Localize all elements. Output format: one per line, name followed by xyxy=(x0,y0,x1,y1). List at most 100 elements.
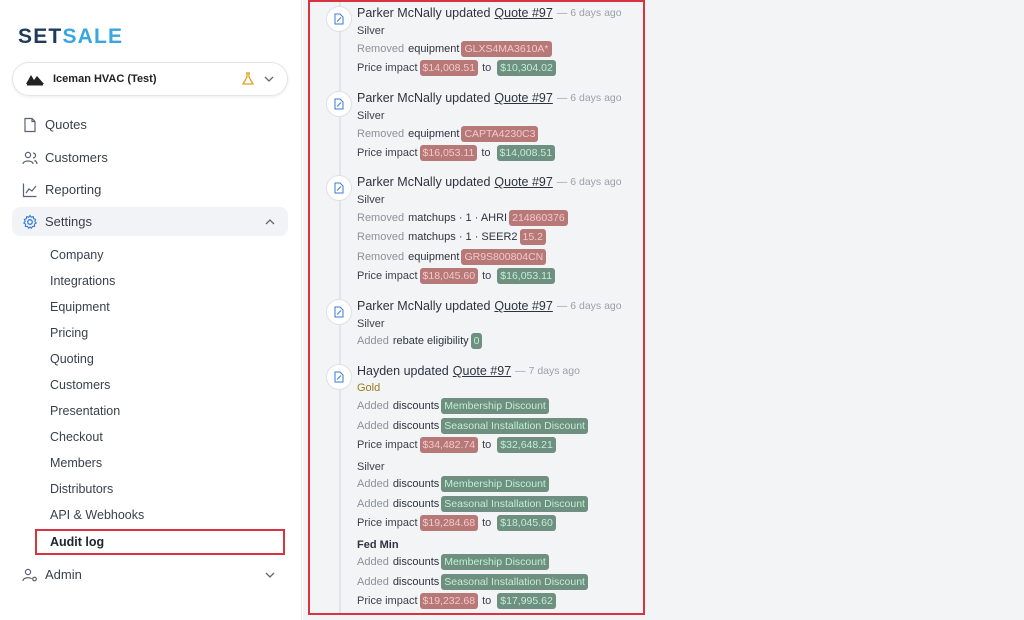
nav-reporting-label: Reporting xyxy=(45,182,102,197)
nav-admin[interactable]: Admin xyxy=(12,560,288,589)
entry-time: — 7 days ago xyxy=(515,365,580,377)
price-from-badge: $16,053.11 xyxy=(419,145,478,161)
sidebar: SETSALE Iceman HVAC (Test) Quotes Custom… xyxy=(0,0,302,620)
nav-quotes-label: Quotes xyxy=(45,117,87,132)
edit-document-icon xyxy=(326,175,352,201)
price-impact-line: Price impact $34,482.74 to $32,648.21 xyxy=(357,437,556,453)
change-action: Removed xyxy=(357,231,405,243)
logo-text-set: SET xyxy=(18,25,63,48)
audit-log-main: Parker McNally updated Quote #97 — 6 days … xyxy=(303,0,1024,620)
document-icon xyxy=(24,117,36,132)
removed-value-badge: GR9S800804CN xyxy=(461,249,547,265)
logo-text-sale: SALE xyxy=(62,25,124,48)
change-action: Removed xyxy=(357,128,405,140)
change-line: Added discounts Seasonal Installation Disc… xyxy=(357,496,588,512)
setsale-logo[interactable]: SETSALE xyxy=(18,25,123,49)
price-to-badge: $14,008.51 xyxy=(496,145,556,161)
added-value-badge: Seasonal Installation Discount xyxy=(441,574,588,590)
entry-title: Hayden updated Quote #97 — 7 days ago xyxy=(357,364,580,378)
price-impact-line: Price impact $19,284.68 to $18,045.60 xyxy=(357,515,556,531)
change-action: Added xyxy=(357,556,389,568)
change-action: Added xyxy=(357,498,389,510)
change-line: Removed equipment CAPTA4230C3 xyxy=(357,126,539,142)
price-from-badge: $19,232.68 xyxy=(419,593,479,609)
gear-icon xyxy=(22,214,38,229)
settings-api-webhooks[interactable]: API & Webhooks xyxy=(50,508,144,522)
settings-checkout[interactable]: Checkout xyxy=(50,430,103,444)
change-action: Added xyxy=(357,400,389,412)
entry-user: Parker McNally xyxy=(357,91,442,105)
entry-time: — 6 days ago xyxy=(556,176,622,188)
change-line: Added discounts Membership Discount xyxy=(357,398,549,414)
price-to-badge: $32,648.21 xyxy=(497,437,556,453)
price-impact-label: Price impact xyxy=(357,270,418,282)
settings-presentation[interactable]: Presentation xyxy=(50,404,120,418)
change-action: Removed xyxy=(357,251,405,263)
price-impact-line: Price impact $18,045.60 to $16,053.11 xyxy=(357,268,556,284)
price-impact-label: Price impact xyxy=(357,439,418,451)
change-line: Added discounts Membership Discount xyxy=(357,554,549,570)
entry-user: Parker McNally xyxy=(357,299,442,313)
change-field: discounts xyxy=(392,478,440,490)
price-impact-line: Price impact $14,008.51 to $10,304.02 xyxy=(357,60,556,76)
entry-title: Parker McNally updated Quote #97 — 6 days … xyxy=(357,175,622,189)
settings-audit-log[interactable]: Audit log xyxy=(50,535,104,549)
nav-reporting[interactable]: Reporting xyxy=(12,175,288,204)
settings-customers[interactable]: Customers xyxy=(50,378,110,392)
entry-user: Hayden xyxy=(357,364,401,378)
edit-document-icon xyxy=(326,6,352,32)
organization-name: Iceman HVAC (Test) xyxy=(53,73,157,85)
settings-integrations[interactable]: Integrations xyxy=(50,274,115,288)
settings-quoting[interactable]: Quoting xyxy=(50,352,94,366)
change-line: Added discounts Seasonal Installation Disc… xyxy=(357,574,588,590)
quote-link[interactable]: Quote #97 xyxy=(494,299,552,313)
audit-feed[interactable]: Parker McNally updated Quote #97 — 6 days … xyxy=(308,0,645,615)
change-line: Removed matchups · 1 · AHRI 214860376 xyxy=(357,210,568,226)
quote-link[interactable]: Quote #97 xyxy=(453,364,511,378)
quote-link[interactable]: Quote #97 xyxy=(494,91,552,105)
settings-members[interactable]: Members xyxy=(50,456,102,470)
change-field: equipment xyxy=(408,251,460,263)
to-label: to xyxy=(482,517,492,529)
price-impact-label: Price impact xyxy=(357,147,418,159)
settings-pricing[interactable]: Pricing xyxy=(50,326,88,340)
price-impact-line: Price impact $19,232.68 to $17,995.62 xyxy=(357,593,556,609)
entry-tier: Silver xyxy=(357,194,385,206)
entry-tier: Silver xyxy=(357,318,385,330)
entry-user: Parker McNally xyxy=(357,175,442,189)
price-to-badge: $18,045.60 xyxy=(497,515,556,531)
users-icon xyxy=(22,151,38,164)
chart-line-icon xyxy=(22,183,37,197)
iceman-logo-icon xyxy=(26,75,44,86)
settings-distributors[interactable]: Distributors xyxy=(50,482,113,496)
quote-link[interactable]: Quote #97 xyxy=(494,175,552,189)
change-field: equipment xyxy=(408,128,460,140)
removed-value-badge: 15.2 xyxy=(519,229,546,245)
to-label: to xyxy=(482,270,492,282)
entry-tier: Silver xyxy=(357,25,385,37)
tier-silver-label: Silver xyxy=(357,461,385,473)
organization-switcher[interactable]: Iceman HVAC (Test) xyxy=(12,62,288,96)
tier-fedmin-label: Fed Min xyxy=(357,539,399,551)
price-from-badge: $18,045.60 xyxy=(419,268,479,284)
quote-link[interactable]: Quote #97 xyxy=(494,6,552,20)
added-value-badge: Seasonal Installation Discount xyxy=(441,418,588,434)
change-action: Removed xyxy=(357,212,405,224)
price-to-badge: $16,053.11 xyxy=(497,268,556,284)
removed-value-badge: CAPTA4230C3 xyxy=(461,126,539,142)
nav-customers[interactable]: Customers xyxy=(12,143,288,172)
flask-icon xyxy=(241,72,255,85)
change-action: Added xyxy=(357,335,389,347)
nav-settings[interactable]: Settings xyxy=(12,207,288,236)
nav-quotes[interactable]: Quotes xyxy=(12,110,288,139)
settings-equipment[interactable]: Equipment xyxy=(50,300,110,314)
change-field: discounts xyxy=(392,400,440,412)
entry-verb: updated xyxy=(403,364,449,378)
settings-company[interactable]: Company xyxy=(50,248,104,262)
nav-customers-label: Customers xyxy=(45,150,108,165)
change-field: matchups · 1 · SEER2 xyxy=(408,231,518,243)
entry-user: Parker McNally xyxy=(357,6,442,20)
to-label: to xyxy=(481,147,491,159)
price-to-badge: $10,304.02 xyxy=(497,60,556,76)
chevron-down-icon xyxy=(265,572,275,578)
